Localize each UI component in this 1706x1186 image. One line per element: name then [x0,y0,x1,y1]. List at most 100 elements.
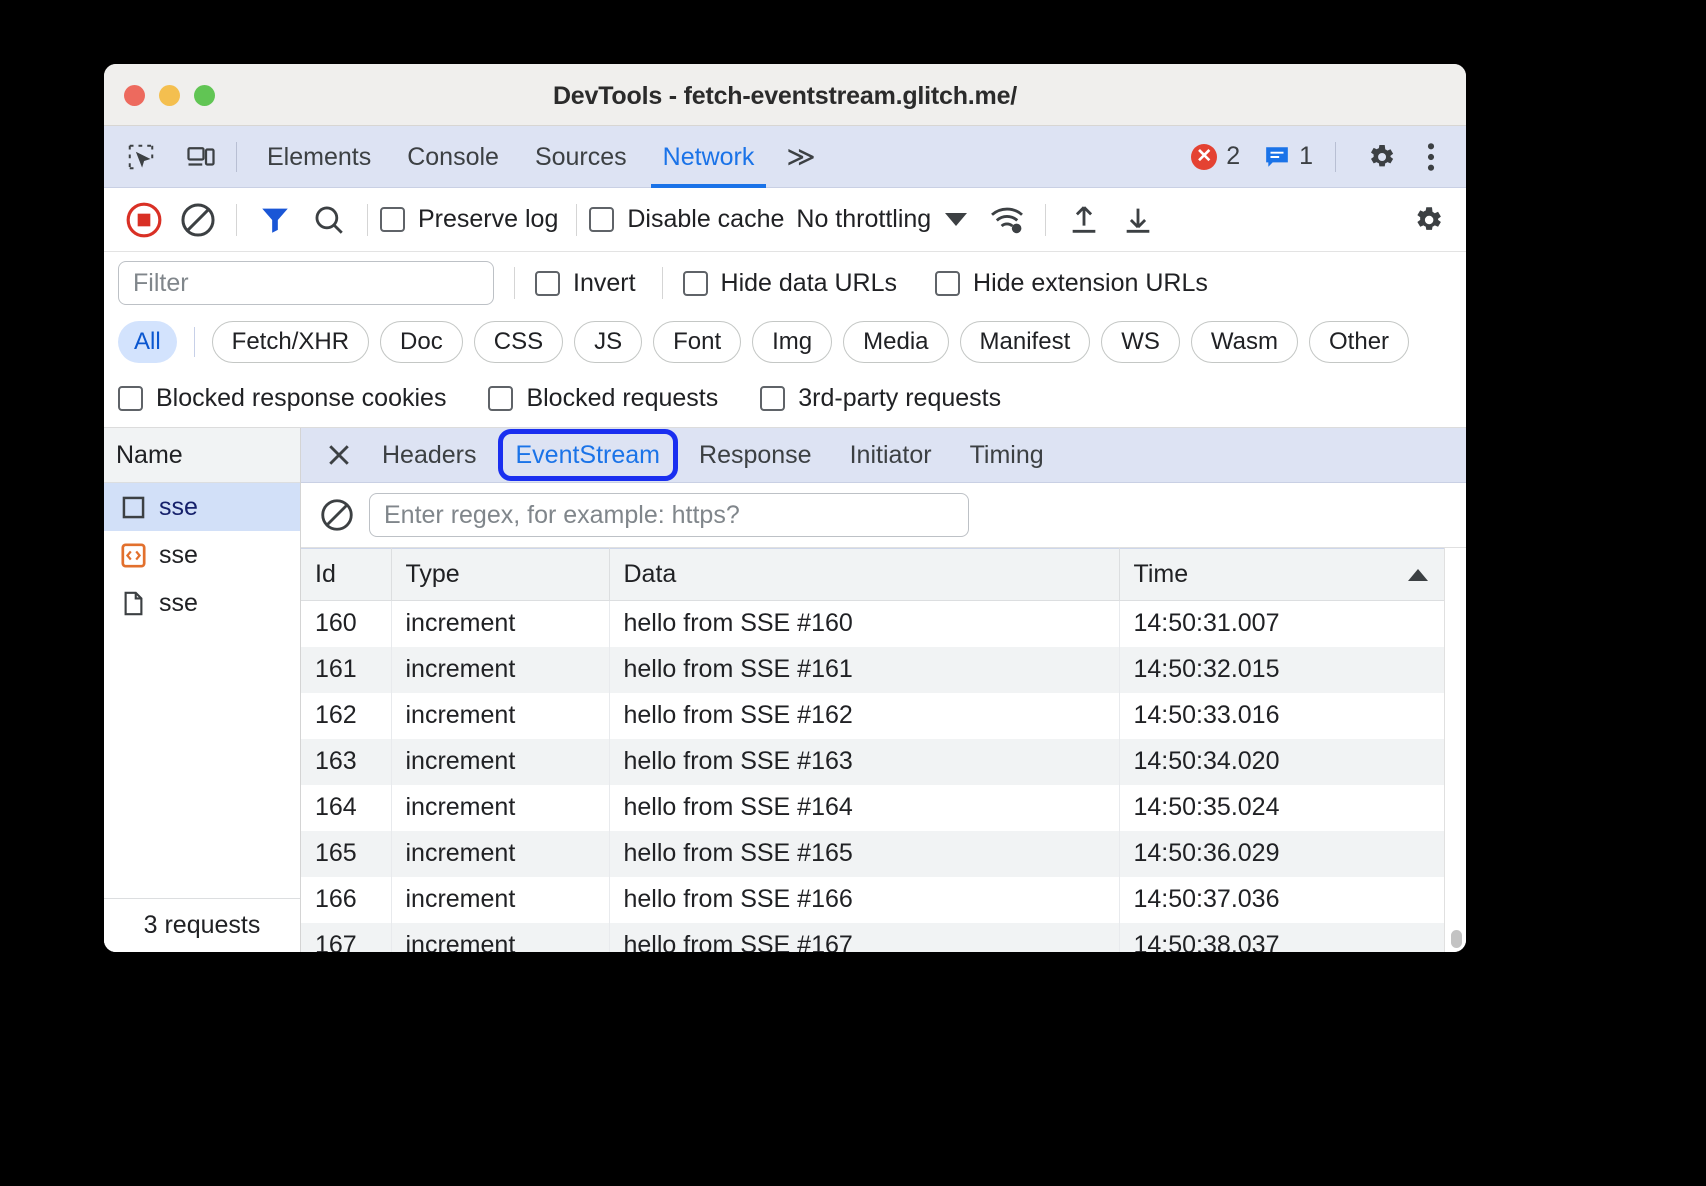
column-header-type[interactable]: Type [391,549,609,601]
eventstream-table-wrap: Id Type Data Time 160 increment [301,548,1466,952]
hide-data-urls-checkbox[interactable]: Hide data URLs [683,269,897,298]
type-pill-js[interactable]: JS [574,321,642,363]
filter-divider-2 [662,267,663,299]
table-row[interactable]: 165 increment hello from SSE #165 14:50:… [301,831,1444,877]
clear-circle-slash-icon[interactable] [319,497,355,533]
panel-tab-console[interactable]: Console [389,126,517,188]
table-row[interactable]: 164 increment hello from SSE #164 14:50:… [301,785,1444,831]
column-header-time[interactable]: Time [1119,549,1444,601]
eventstream-rows: 160 increment hello from SSE #160 14:50:… [301,601,1444,953]
filter-input[interactable] [118,261,494,305]
list-item[interactable]: sse [104,483,300,531]
type-pill-ws[interactable]: WS [1101,321,1180,363]
column-header-id[interactable]: Id [301,549,391,601]
inspect-element-icon[interactable] [118,137,164,177]
cell-type: increment [391,923,609,953]
eventstream-scrollbar[interactable] [1444,548,1466,952]
tabbar-right-controls: ✕ 2 1 [1191,137,1466,177]
blocked-filters-row: Blocked response cookies Blocked request… [104,370,1466,428]
device-toolbar-icon[interactable] [178,137,224,177]
blocked-requests-box [488,386,513,411]
type-pill-media[interactable]: Media [843,321,948,363]
upload-arrow-icon[interactable] [1058,194,1110,246]
search-icon[interactable] [303,194,355,246]
tab-timing[interactable]: Timing [953,433,1061,477]
type-pill-all[interactable]: All [118,321,177,363]
cell-time: 14:50:33.016 [1119,693,1444,739]
third-party-requests-label: 3rd-party requests [798,384,1001,413]
window-title: DevTools - fetch-eventstream.glitch.me/ [104,82,1466,111]
table-row[interactable]: 162 increment hello from SSE #162 14:50:… [301,693,1444,739]
invert-box [535,271,560,296]
table-row[interactable]: 166 increment hello from SSE #166 14:50:… [301,877,1444,923]
cell-data: hello from SSE #160 [609,601,1119,647]
blocked-response-cookies-checkbox[interactable]: Blocked response cookies [118,384,446,413]
clear-icon[interactable] [172,194,224,246]
resource-type-filters: All Fetch/XHR Doc CSS JS Font Img Media … [104,314,1466,370]
record-stop-icon[interactable] [118,194,170,246]
table-row[interactable]: 161 increment hello from SSE #161 14:50:… [301,647,1444,693]
type-pill-fetch-xhr[interactable]: Fetch/XHR [212,321,369,363]
table-header-row: Id Type Data Time [301,549,1444,601]
requests-column-header[interactable]: Name [104,428,300,483]
type-pill-wasm[interactable]: Wasm [1191,321,1298,363]
list-item[interactable]: sse [104,579,300,627]
cell-id: 163 [301,739,391,785]
network-settings-gear-icon[interactable] [1402,194,1454,246]
panel-tab-sources[interactable]: Sources [517,126,645,188]
type-pill-img[interactable]: Img [752,321,832,363]
cell-type: increment [391,785,609,831]
type-pill-doc[interactable]: Doc [380,321,463,363]
type-pill-css[interactable]: CSS [474,321,563,363]
requests-list: sse sse [104,483,300,898]
message-counter[interactable]: 1 [1264,142,1313,171]
type-pill-manifest[interactable]: Manifest [960,321,1091,363]
invert-checkbox[interactable]: Invert [535,269,636,298]
more-panels-icon[interactable]: ≫ [772,126,829,188]
panel-tab-network[interactable]: Network [645,126,773,188]
cell-time: 14:50:34.020 [1119,739,1444,785]
error-counter[interactable]: ✕ 2 [1191,142,1240,171]
type-pill-other[interactable]: Other [1309,321,1409,363]
preserve-log-checkbox[interactable]: Preserve log [380,205,558,234]
cell-type: increment [391,831,609,877]
toolbar-divider-2 [367,204,368,236]
disable-cache-label: Disable cache [627,205,784,234]
download-arrow-icon[interactable] [1112,194,1164,246]
tab-response[interactable]: Response [682,433,829,477]
kebab-menu-icon[interactable] [1414,137,1448,177]
close-x-icon[interactable] [317,433,361,477]
hide-extension-urls-label: Hide extension URLs [973,269,1208,298]
cell-data: hello from SSE #165 [609,831,1119,877]
eventstream-table: Id Type Data Time 160 increment [301,548,1444,952]
column-header-data[interactable]: Data [609,549,1119,601]
cell-time: 14:50:31.007 [1119,601,1444,647]
scrollbar-thumb[interactable] [1451,930,1462,948]
table-row[interactable]: 167 increment hello from SSE #167 14:50:… [301,923,1444,953]
list-item[interactable]: sse [104,531,300,579]
cell-id: 161 [301,647,391,693]
filter-funnel-icon[interactable] [249,194,301,246]
tab-initiator[interactable]: Initiator [833,433,949,477]
hide-extension-urls-checkbox[interactable]: Hide extension URLs [935,269,1208,298]
throttling-dropdown[interactable]: No throttling [796,205,967,234]
disable-cache-checkbox[interactable]: Disable cache [589,205,784,234]
third-party-requests-checkbox[interactable]: 3rd-party requests [760,384,1001,413]
toolbar-divider-1 [236,204,237,236]
type-pill-font[interactable]: Font [653,321,741,363]
error-icon: ✕ [1191,144,1217,170]
table-row[interactable]: 163 increment hello from SSE #163 14:50:… [301,739,1444,785]
network-main-area: Name sse [104,428,1466,952]
regex-filter-input[interactable] [369,493,969,537]
gear-icon[interactable] [1358,137,1404,177]
wifi-settings-icon[interactable] [981,194,1033,246]
tab-headers[interactable]: Headers [365,433,494,477]
chevron-down-icon [945,213,967,226]
title-bar: DevTools - fetch-eventstream.glitch.me/ [104,64,1466,126]
panel-tab-elements[interactable]: Elements [249,126,389,188]
tab-eventstream[interactable]: EventStream [498,429,679,481]
table-row[interactable]: 160 increment hello from SSE #160 14:50:… [301,601,1444,647]
cell-type: increment [391,647,609,693]
toolbar-divider-4 [1045,204,1046,236]
blocked-requests-checkbox[interactable]: Blocked requests [488,384,718,413]
